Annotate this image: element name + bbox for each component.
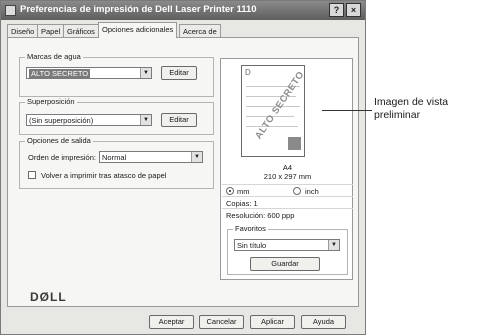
chevron-down-icon[interactable]: ▼ xyxy=(328,240,339,250)
ok-button[interactable]: Aceptar xyxy=(149,315,194,329)
resolution-info: Resolución: 600 ppp xyxy=(226,211,295,220)
resolution-row: Resolución: 600 ppp xyxy=(222,208,353,220)
overlay-value: (Sin superposición) xyxy=(29,116,94,125)
print-order-select[interactable]: Normal ▼ xyxy=(99,151,203,163)
output-options-group: Opciones de salida Orden de impresión: N… xyxy=(19,136,214,189)
preview-image-block xyxy=(288,137,301,150)
unit-mm-label: mm xyxy=(237,187,250,196)
print-order-label: Orden de impresión: xyxy=(28,153,96,162)
reprint-after-jam-label: Volver a imprimir tras atasco de papel xyxy=(41,171,167,180)
watermark-edit-button[interactable]: Editar xyxy=(161,66,197,80)
print-preferences-window: Preferencias de impresión de Dell Laser … xyxy=(0,0,366,335)
chevron-down-icon[interactable]: ▼ xyxy=(140,68,151,78)
paper-size: 210 x 297 mm xyxy=(263,172,312,181)
tab-acerca-de[interactable]: Acerca de xyxy=(179,24,221,38)
title-bar[interactable]: Preferencias de impresión de Dell Laser … xyxy=(1,1,365,20)
unit-mm-radio[interactable] xyxy=(226,187,234,195)
preview-corner-letter: D xyxy=(245,68,251,77)
callout-leader-line xyxy=(322,110,372,111)
overlay-edit-button[interactable]: Editar xyxy=(161,113,197,127)
output-options-group-title: Opciones de salida xyxy=(25,136,93,145)
overlay-group: Superposición (Sin superposición) ▼ Edit… xyxy=(19,97,214,135)
dell-logo: DØLL xyxy=(30,290,67,304)
copies-info: Copias: 1 xyxy=(226,199,258,208)
copies-row: Copias: 1 xyxy=(222,196,353,208)
favorites-select[interactable]: Sin título ▼ xyxy=(234,239,340,251)
tab-panel: Marcas de agua ALTO SECRETO ▼ Editar Sup… xyxy=(7,37,359,307)
watermarks-group: Marcas de agua ALTO SECRETO ▼ Editar xyxy=(19,52,214,97)
help-button[interactable]: Ayuda xyxy=(301,315,346,329)
printer-icon xyxy=(5,5,16,16)
favorites-value: Sin título xyxy=(237,241,267,250)
paper-name: A4 xyxy=(282,163,293,172)
preview-panel: D ALTO SECRETO A4 210 x 297 mm mm inch C… xyxy=(220,58,353,280)
help-title-button[interactable]: ? xyxy=(329,3,344,17)
apply-button[interactable]: Aplicar xyxy=(250,315,295,329)
chevron-down-icon[interactable]: ▼ xyxy=(191,152,202,162)
overlay-group-title: Superposición xyxy=(25,97,77,106)
cancel-button[interactable]: Cancelar xyxy=(199,315,244,329)
preview-callout-label: Imagen de vista preliminar xyxy=(374,96,449,121)
watermarks-group-title: Marcas de agua xyxy=(25,52,83,61)
close-button[interactable]: × xyxy=(346,3,361,17)
watermark-value: ALTO SECRETO xyxy=(29,69,91,78)
watermark-select[interactable]: ALTO SECRETO ▼ xyxy=(26,67,152,79)
tab-diseno[interactable]: Diseño xyxy=(7,24,39,38)
unit-inch-label: inch xyxy=(305,187,319,196)
tab-graficos[interactable]: Gráficos xyxy=(63,24,99,38)
print-order-value: Normal xyxy=(102,153,127,162)
tab-papel[interactable]: Papel xyxy=(37,24,65,38)
preview-page: D ALTO SECRETO xyxy=(241,65,305,157)
chevron-down-icon[interactable]: ▼ xyxy=(140,115,151,125)
tab-opciones-adicionales[interactable]: Opciones adicionales xyxy=(98,22,178,38)
units-row: mm inch xyxy=(222,184,353,196)
preview-watermark: ALTO SECRETO xyxy=(253,69,305,142)
favorites-group: Favoritos Sin título ▼ Guardar xyxy=(227,224,348,275)
favorites-group-title: Favoritos xyxy=(233,224,268,233)
reprint-after-jam-checkbox[interactable] xyxy=(28,171,36,179)
overlay-select[interactable]: (Sin superposición) ▼ xyxy=(26,114,152,126)
unit-inch-radio[interactable] xyxy=(293,187,301,195)
window-title: Preferencias de impresión de Dell Laser … xyxy=(20,4,257,15)
save-favorite-button[interactable]: Guardar xyxy=(250,257,320,271)
